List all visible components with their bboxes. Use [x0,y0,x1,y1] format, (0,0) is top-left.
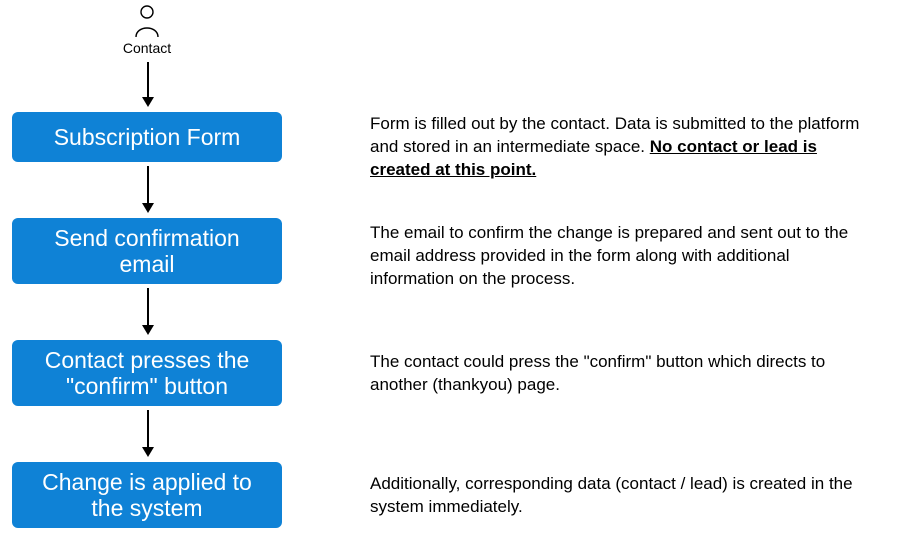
desc-2-text: The email to confirm the change is prepa… [370,223,848,288]
actor-label: Contact [117,40,177,56]
arrow-actor-to-step1 [147,62,149,106]
desc-3-text: The contact could press the "confirm" bu… [370,352,825,394]
person-icon [117,4,177,38]
step-box-send-confirmation-email: Send confirmation email [12,218,282,284]
step-box-change-applied: Change is applied to the system [12,462,282,528]
step-description-4: Additionally, corresponding data (contac… [370,473,870,519]
actor-contact: Contact [117,4,177,56]
step-box-contact-presses-confirm: Contact presses the "confirm" button [12,340,282,406]
step-description-2: The email to confirm the change is prepa… [370,222,870,291]
arrow-step1-to-step2 [147,166,149,212]
desc-4-text: Additionally, corresponding data (contac… [370,474,853,516]
step-description-3: The contact could press the "confirm" bu… [370,351,870,397]
arrow-step3-to-step4 [147,410,149,456]
step-description-1: Form is filled out by the contact. Data … [370,113,870,182]
step-title: Change is applied to the system [24,469,270,522]
step-title: Subscription Form [54,124,241,150]
step-title: Contact presses the "confirm" button [24,347,270,400]
arrow-step2-to-step3 [147,288,149,334]
step-title: Send confirmation email [24,225,270,278]
step-box-subscription-form: Subscription Form [12,112,282,162]
